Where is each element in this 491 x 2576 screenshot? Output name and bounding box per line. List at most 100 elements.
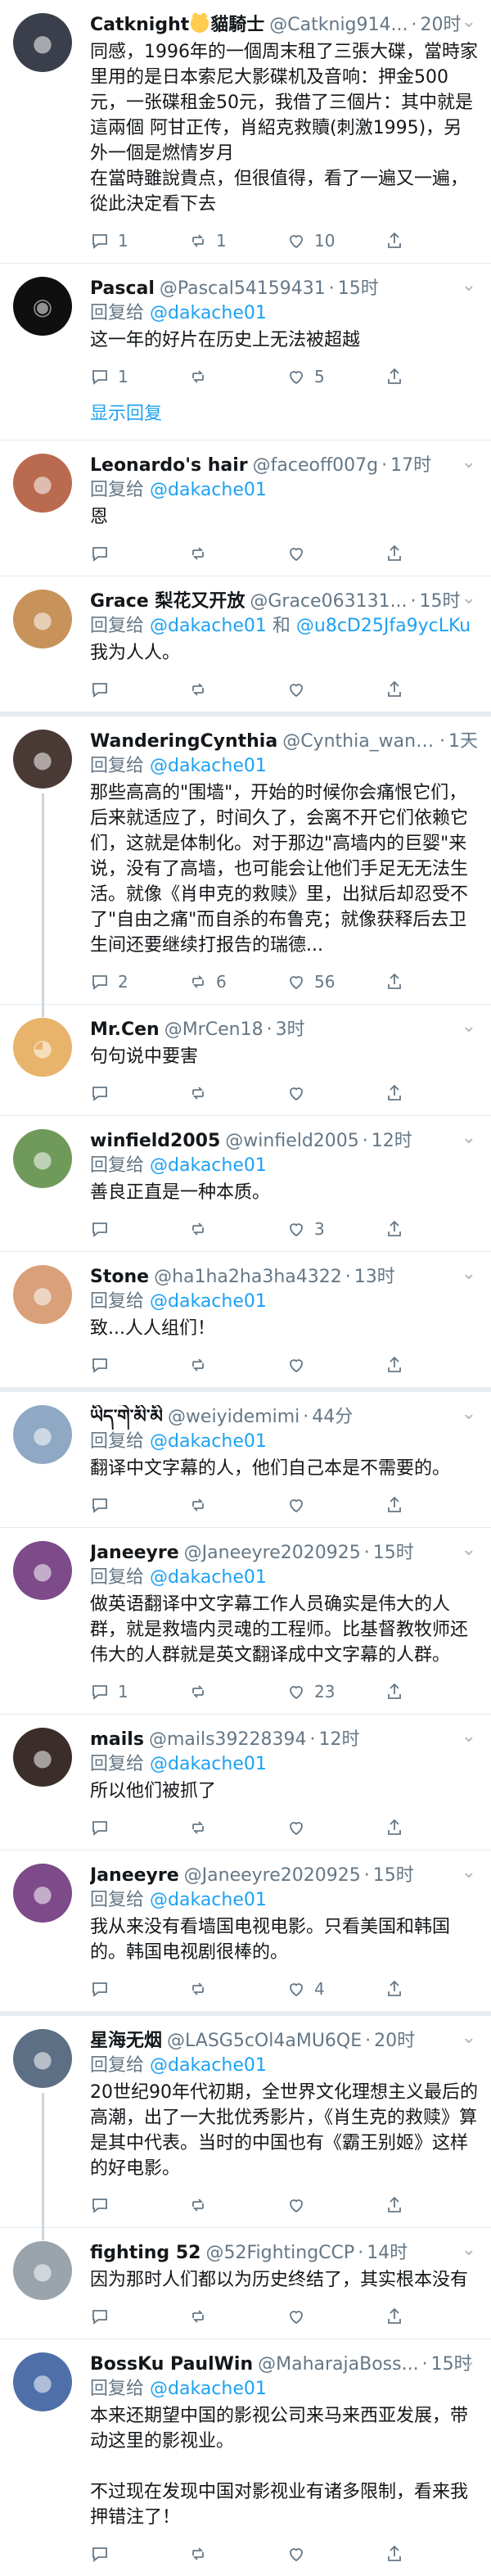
mention-link[interactable]: @dakache01 bbox=[150, 480, 267, 500]
timestamp[interactable]: 12时 bbox=[319, 1728, 360, 1752]
reply-button[interactable]: 1 bbox=[90, 231, 188, 251]
tweet[interactable]: ● fighting 52 @52FightingCCP · 14时 因为那时人们都以为历… bbox=[0, 2228, 491, 2339]
like-button[interactable] bbox=[286, 2195, 385, 2215]
reply-button[interactable] bbox=[90, 2544, 188, 2564]
tweet[interactable]: ● 星海无烟 @LASG5cOl4aMU6QE · 20时 回复给 @dakache01 2… bbox=[0, 2016, 491, 2240]
retweet-button[interactable] bbox=[188, 367, 286, 386]
avatar[interactable]: ● bbox=[13, 454, 72, 513]
reply-button[interactable] bbox=[90, 1219, 188, 1239]
mention-link[interactable]: @dakache01 bbox=[150, 1567, 267, 1588]
mention-link[interactable]: @dakache01 bbox=[150, 2379, 267, 2399]
chevron-down-icon[interactable]: ⌄ bbox=[462, 275, 476, 296]
reply-button[interactable] bbox=[90, 1495, 188, 1515]
user-handle[interactable]: @MrCen18 bbox=[164, 1018, 264, 1042]
mention-link[interactable]: @dakache01 bbox=[150, 1431, 267, 1452]
tweet[interactable]: ● Janeeyre @Janeeyre2020925 · 15时 回复给 @dakach… bbox=[0, 1851, 491, 2016]
avatar[interactable]: ● bbox=[13, 13, 72, 72]
avatar[interactable]: ● bbox=[13, 1864, 72, 1923]
share-button[interactable] bbox=[385, 1495, 404, 1515]
tweet[interactable]: ● WanderingCynthia @Cynthia_wand... · 1天 回复给 … bbox=[0, 716, 491, 1017]
mention-link[interactable]: @dakache01 bbox=[150, 1155, 267, 1176]
display-name[interactable]: mails bbox=[90, 1728, 144, 1752]
timestamp[interactable]: 15时 bbox=[338, 277, 379, 301]
retweet-button[interactable] bbox=[188, 544, 286, 563]
timestamp[interactable]: 3时 bbox=[276, 1018, 305, 1042]
display-name[interactable]: WanderingCynthia bbox=[90, 730, 277, 754]
avatar[interactable]: ◕ bbox=[13, 1018, 72, 1077]
avatar[interactable]: ● bbox=[13, 2241, 72, 2300]
retweet-button[interactable] bbox=[188, 2307, 286, 2326]
display-name[interactable]: Stone bbox=[90, 1265, 149, 1290]
share-button[interactable] bbox=[385, 1979, 404, 1999]
chevron-down-icon[interactable]: ⌄ bbox=[462, 1862, 476, 1882]
avatar[interactable]: ● bbox=[13, 1405, 72, 1464]
share-button[interactable] bbox=[385, 231, 404, 251]
mention-link[interactable]: @dakache01 bbox=[150, 2055, 267, 2076]
reply-button[interactable]: 1 bbox=[90, 367, 188, 386]
mention-link[interactable]: @dakache01 bbox=[150, 616, 267, 636]
share-button[interactable] bbox=[385, 680, 404, 699]
chevron-down-icon[interactable]: ⌄ bbox=[462, 1128, 476, 1148]
display-name[interactable]: Catknight 貓騎士 bbox=[90, 13, 264, 38]
display-name[interactable]: 星海无烟 bbox=[90, 2029, 162, 2054]
display-name[interactable]: Mr.Cen bbox=[90, 1018, 160, 1042]
retweet-button[interactable] bbox=[188, 2195, 286, 2215]
share-button[interactable] bbox=[385, 2195, 404, 2215]
retweet-button[interactable] bbox=[188, 1355, 286, 1375]
timestamp[interactable]: 44分 bbox=[312, 1405, 353, 1430]
tweet[interactable]: ● winfield2005 @winfield2005 · 12时 回复给 @dakac… bbox=[0, 1116, 491, 1252]
avatar[interactable]: ● bbox=[13, 1265, 72, 1324]
user-handle[interactable]: @Cynthia_wand... bbox=[282, 730, 436, 754]
display-name[interactable]: BossKu PaulWin bbox=[90, 2352, 253, 2377]
like-button[interactable] bbox=[286, 1495, 385, 1515]
timestamp[interactable]: 20时 bbox=[374, 2029, 415, 2054]
retweet-button[interactable] bbox=[188, 1495, 286, 1515]
timestamp[interactable]: 15时 bbox=[373, 1864, 414, 1888]
share-button[interactable] bbox=[385, 1818, 404, 1837]
chevron-down-icon[interactable]: ⌄ bbox=[462, 1016, 476, 1037]
user-handle[interactable]: @weiyidemimi bbox=[168, 1405, 300, 1430]
user-handle[interactable]: @Grace063131... bbox=[250, 590, 407, 614]
user-handle[interactable]: @LASG5cOl4aMU6QE bbox=[167, 2029, 362, 2054]
user-handle[interactable]: @Janeeyre2020925 bbox=[184, 1541, 361, 1566]
chevron-down-icon[interactable]: ⌄ bbox=[462, 452, 476, 472]
user-handle[interactable]: @Pascal54159431 bbox=[160, 277, 326, 301]
display-name[interactable]: Grace 梨花又开放 bbox=[90, 590, 245, 614]
retweet-button[interactable]: 1 bbox=[188, 231, 286, 251]
display-name[interactable]: Janeeyre bbox=[90, 1864, 179, 1888]
timestamp[interactable]: 14时 bbox=[367, 2241, 408, 2266]
chevron-down-icon[interactable]: ⌄ bbox=[462, 2351, 476, 2371]
avatar[interactable]: ● bbox=[13, 590, 72, 649]
tweet[interactable]: ● Leonardo's hair @faceoff007g · 17时 回复给 @dak… bbox=[0, 441, 491, 576]
like-button[interactable]: 10 bbox=[286, 231, 385, 251]
chevron-down-icon[interactable]: ⌄ bbox=[462, 1263, 476, 1284]
chevron-down-icon[interactable]: ⌄ bbox=[462, 1539, 476, 1560]
chevron-down-icon[interactable]: ⌄ bbox=[462, 588, 476, 608]
chevron-down-icon[interactable]: ⌄ bbox=[462, 728, 476, 748]
timestamp[interactable]: 12时 bbox=[372, 1129, 412, 1154]
tweet[interactable]: ● Janeeyre @Janeeyre2020925 · 15时 回复给 @dakach… bbox=[0, 1528, 491, 1715]
reply-button[interactable] bbox=[90, 544, 188, 563]
like-button[interactable] bbox=[286, 2307, 385, 2326]
avatar[interactable]: ● bbox=[13, 2029, 72, 2088]
like-button[interactable]: 5 bbox=[286, 367, 385, 386]
avatar[interactable]: ◉ bbox=[13, 277, 72, 336]
tweet[interactable]: ● Catknight 貓騎士 @Catknig914... · 20时 同感，1996年的… bbox=[0, 0, 491, 264]
timestamp[interactable]: 17时 bbox=[390, 454, 431, 478]
retweet-button[interactable] bbox=[188, 680, 286, 699]
avatar[interactable]: ● bbox=[13, 1728, 72, 1787]
show-replies-link[interactable]: 显示回复 bbox=[90, 402, 478, 427]
like-button[interactable] bbox=[286, 680, 385, 699]
mention-link[interactable]: @dakache01 bbox=[150, 1291, 267, 1312]
like-button[interactable]: 56 bbox=[286, 972, 385, 992]
chevron-down-icon[interactable]: ⌄ bbox=[462, 11, 476, 32]
like-button[interactable] bbox=[286, 544, 385, 563]
like-button[interactable] bbox=[286, 2544, 385, 2564]
mention-link[interactable]: @dakache01 bbox=[150, 1754, 267, 1774]
reply-button[interactable] bbox=[90, 2307, 188, 2326]
display-name[interactable]: Pascal bbox=[90, 277, 155, 301]
tweet[interactable]: ● mails @mails39228394 · 12时 回复给 @dakache01 所以… bbox=[0, 1715, 491, 1851]
display-name[interactable]: fighting 52 bbox=[90, 2241, 200, 2266]
user-handle[interactable]: @faceoff007g bbox=[253, 454, 378, 478]
share-button[interactable] bbox=[385, 1219, 404, 1239]
